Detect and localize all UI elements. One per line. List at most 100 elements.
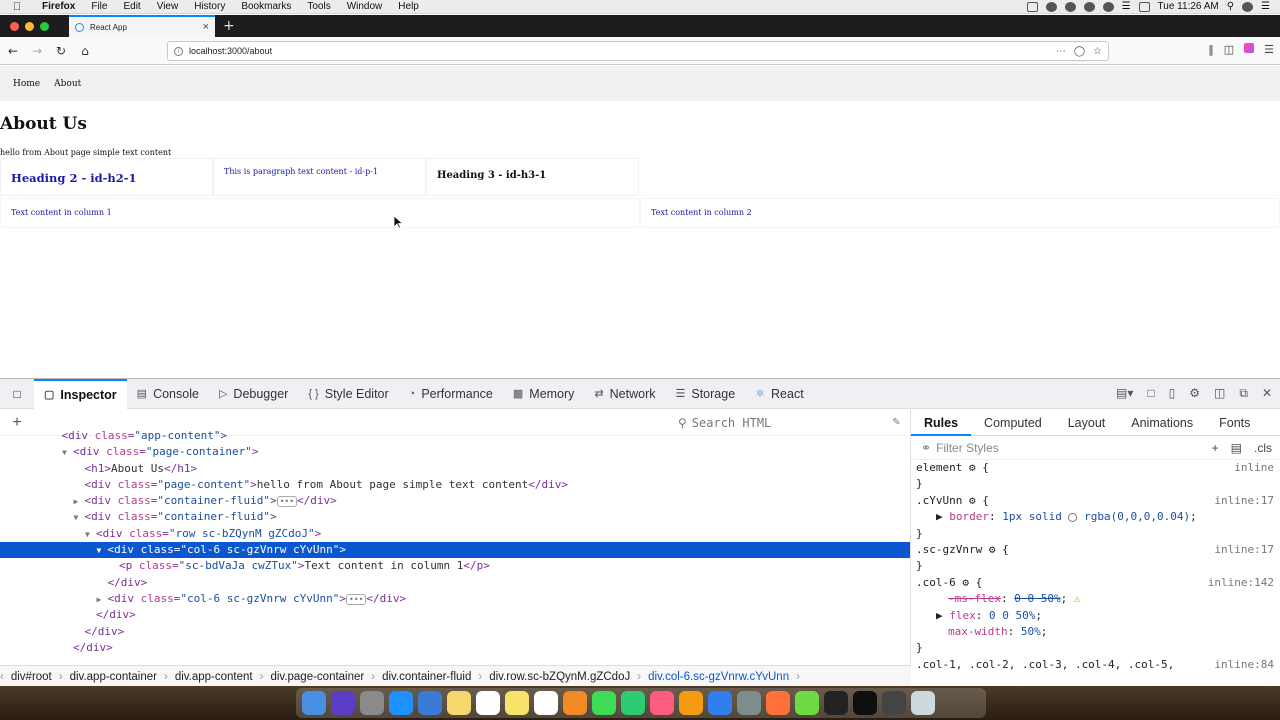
rule-declaration[interactable]: max-width: 50%; — [916, 624, 1280, 640]
home-button[interactable]: ⌂ — [74, 40, 96, 62]
webstorm-icon[interactable] — [853, 691, 877, 715]
property-name[interactable]: max-width — [948, 625, 1008, 638]
rule-declaration[interactable]: -ms-flex: 0 0 50%; ⚠ — [916, 591, 1280, 607]
notes-icon[interactable] — [447, 691, 471, 715]
cloud-icon[interactable] — [1064, 1, 1076, 12]
markup-node[interactable]: ▶ <div class="container-fluid"> ••• </div> — [0, 493, 910, 509]
markup-node[interactable]: <p class="sc-bdVaJa cwZTux">Text content… — [0, 558, 910, 574]
screen-icon[interactable] — [1026, 1, 1038, 12]
rule-source[interactable]: inline:17 — [1214, 493, 1274, 509]
cls-button[interactable]: .cls — [1254, 441, 1272, 455]
property-value[interactable]: 50% — [1021, 625, 1041, 638]
trash-icon[interactable] — [911, 691, 935, 715]
preview-icon[interactable] — [418, 691, 442, 715]
rule-source[interactable]: inline:17 — [1214, 542, 1274, 558]
rule-gear-icon[interactable]: ⚙ — [956, 576, 976, 589]
menu-history[interactable]: History — [186, 1, 233, 12]
rule-source[interactable]: inline — [1234, 460, 1274, 476]
bookmark-star-icon[interactable]: ☆ — [1093, 46, 1102, 57]
upwork-icon[interactable] — [795, 691, 819, 715]
sidebar-tab-animations[interactable]: Animations — [1118, 410, 1206, 436]
property-name[interactable]: -ms-flex — [948, 592, 1001, 605]
tab-style-editor[interactable]: { } Style Editor — [298, 379, 398, 409]
breadcrumb-item[interactable]: div.app-content — [168, 671, 260, 683]
close-devtools-icon[interactable]: ✕ — [1262, 386, 1272, 401]
vpn-icon[interactable] — [1045, 1, 1057, 12]
breadcrumb-item[interactable]: div.container-fluid — [375, 671, 478, 683]
page-actions-icon[interactable]: ⋯ — [1056, 46, 1066, 57]
property-name[interactable]: border — [949, 510, 989, 523]
nav-about-link[interactable]: About — [54, 79, 81, 89]
markup-node[interactable]: ▼ <div class="container-fluid"> — [0, 509, 910, 525]
dock-side-icon[interactable]: ◫ — [1214, 386, 1225, 401]
responsive-mode-icon[interactable]: □ — [1147, 386, 1154, 401]
markup-node[interactable]: <div class="page-content">hello from Abo… — [0, 477, 910, 493]
menu-bookmarks[interactable]: Bookmarks — [233, 1, 299, 12]
reload-button[interactable]: ↻ — [50, 40, 72, 62]
launchpad-icon[interactable] — [360, 691, 384, 715]
markup-node[interactable]: ▶ <div class="col-6 sc-gzVnrw cYvUnn"> •••… — [0, 591, 910, 607]
expand-toggle-icon[interactable]: ▶ — [97, 592, 108, 608]
toggle-pseudo-icon[interactable]: ▤ — [1231, 441, 1242, 455]
markup-node[interactable]: </div> — [0, 640, 910, 656]
itunes-icon[interactable] — [650, 691, 674, 715]
menu-help[interactable]: Help — [390, 1, 427, 12]
apple-icon[interactable]:  — [0, 1, 34, 13]
expand-toggle-icon[interactable]: ▼ — [85, 527, 96, 543]
separate-window-icon[interactable]: ⧉ — [1239, 386, 1248, 401]
property-value[interactable]: 0 0 50% — [989, 609, 1035, 622]
preferences-icon[interactable] — [737, 691, 761, 715]
expand-declaration-icon[interactable]: ▶ — [936, 609, 949, 622]
flag-icon[interactable] — [1138, 1, 1150, 12]
spotlight-icon[interactable]: ⚲ — [1227, 1, 1234, 12]
expand-toggle-icon[interactable]: ▶ — [74, 494, 85, 510]
zoom-window-button[interactable] — [40, 21, 49, 31]
sidebar-tab-rules[interactable]: Rules — [911, 410, 972, 436]
rule-gear-icon[interactable]: ⚙ — [982, 543, 1002, 556]
books-icon[interactable] — [679, 691, 703, 715]
menu-window[interactable]: Window — [339, 1, 391, 12]
expand-toggle-icon[interactable]: ▼ — [74, 510, 85, 526]
rule-selector[interactable]: .col-1, .col-2, .col-3, .col-4, .col-5, — [916, 658, 1174, 671]
messages-icon[interactable] — [592, 691, 616, 715]
rule-gear-icon[interactable]: ⚙ — [962, 461, 982, 474]
rule-selector[interactable]: .col-6 — [916, 576, 956, 589]
safari-icon[interactable] — [389, 691, 413, 715]
rule-selector[interactable]: .sc-gzVnrw — [916, 543, 982, 556]
finder-icon[interactable] — [302, 691, 326, 715]
rule-gear-icon[interactable]: ⚙ — [962, 494, 982, 507]
markup-node[interactable]: ▼ <div class="row sc-bZQynM gZCdoJ"> — [0, 526, 910, 542]
element-picker-icon[interactable]: □ — [0, 387, 34, 401]
new-tab-button[interactable]: + — [215, 15, 243, 37]
rule-declaration[interactable]: ▶ border: 1px solid rgba(0,0,0,0.04); — [916, 509, 1280, 525]
property-value[interactable]: 0 0 50% — [1014, 592, 1060, 605]
url-text[interactable]: localhost:3000/about — [189, 46, 272, 56]
eyedropper-icon[interactable]: ✎ — [893, 414, 900, 428]
menu-tools[interactable]: Tools — [299, 1, 338, 12]
markup-node[interactable]: <div class="app-content"> — [0, 428, 910, 444]
breadcrumb-item[interactable]: div.app-container — [63, 671, 164, 683]
sidebar-tab-fonts[interactable]: Fonts — [1206, 410, 1263, 436]
tab-inspector[interactable]: ▢ Inspector — [34, 378, 127, 409]
site-info-icon[interactable]: i — [174, 46, 183, 56]
close-window-button[interactable] — [10, 21, 19, 31]
tab-debugger[interactable]: ▷ Debugger — [209, 379, 298, 409]
sidebar-icon[interactable]: ◫ — [1224, 43, 1234, 56]
tab-memory[interactable]: ▩ Memory — [503, 379, 585, 409]
expand-toggle-icon[interactable]: ▼ — [97, 543, 108, 559]
extension-icon[interactable] — [1244, 43, 1255, 53]
nav-home-link[interactable]: Home — [13, 79, 40, 89]
expand-toggle-icon[interactable]: ▼ — [62, 445, 73, 461]
menu-file[interactable]: File — [83, 1, 115, 12]
browser-tab[interactable]: React App × — [69, 15, 215, 37]
collapsed-ellipsis[interactable]: ••• — [345, 593, 367, 605]
sidebar-tab-computed[interactable]: Computed — [971, 410, 1055, 436]
tab-network[interactable]: ⇄ Network — [584, 379, 665, 409]
hamburger-menu-icon[interactable]: ☰ — [1264, 43, 1274, 56]
bluetooth-icon[interactable] — [1102, 1, 1114, 12]
sidebar-tab-layout[interactable]: Layout — [1055, 410, 1119, 436]
markup-node[interactable]: </div> — [0, 607, 910, 623]
rule-source[interactable]: inline:142 — [1208, 575, 1274, 591]
markup-node[interactable]: ▼ <div class="page-container"> — [0, 444, 910, 460]
pocket-icon[interactable]: ◯ — [1074, 46, 1085, 57]
